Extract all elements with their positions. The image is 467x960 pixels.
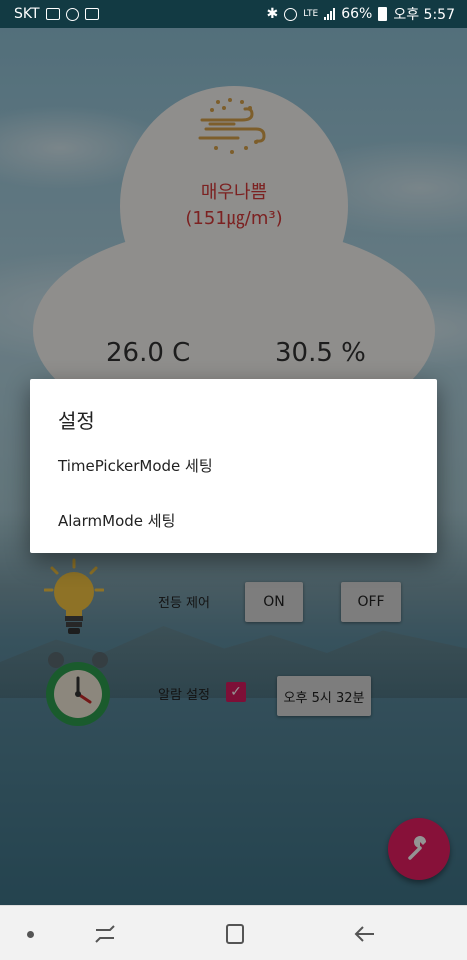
home-button[interactable] bbox=[226, 924, 244, 944]
clock-time: 오후 5:57 bbox=[393, 7, 455, 23]
wifi-icon bbox=[84, 8, 99, 20]
gallery-icon bbox=[45, 8, 60, 20]
battery-percent: 66% bbox=[341, 6, 373, 22]
dialog-item-alarm[interactable]: AlarmMode 세팅 bbox=[58, 510, 175, 531]
dialog-title: 설정 bbox=[58, 409, 95, 433]
bluetooth-icon: ✱ bbox=[266, 6, 279, 22]
battery-icon bbox=[378, 7, 388, 21]
nav-dot-indicator[interactable] bbox=[27, 931, 34, 938]
status-bar: SKT ✱ LTE 66% 오후 5:57 bbox=[0, 0, 467, 28]
status-left: SKT bbox=[14, 6, 99, 22]
carrier-label: SKT bbox=[14, 6, 40, 22]
signal-icon bbox=[324, 8, 336, 20]
alarm-clock-icon bbox=[65, 7, 79, 21]
settings-dialog: 설정 TimePickerMode 세팅 AlarmMode 세팅 bbox=[30, 379, 437, 553]
recent-apps-icon[interactable] bbox=[94, 924, 116, 944]
status-right: ✱ LTE 66% 오후 5:57 bbox=[267, 4, 455, 24]
back-icon[interactable] bbox=[354, 924, 376, 944]
dialog-item-timepicker[interactable]: TimePickerMode 세팅 bbox=[58, 455, 213, 476]
alarm-icon bbox=[284, 7, 298, 21]
network-type: LTE bbox=[303, 9, 319, 19]
navigation-bar bbox=[0, 905, 467, 960]
